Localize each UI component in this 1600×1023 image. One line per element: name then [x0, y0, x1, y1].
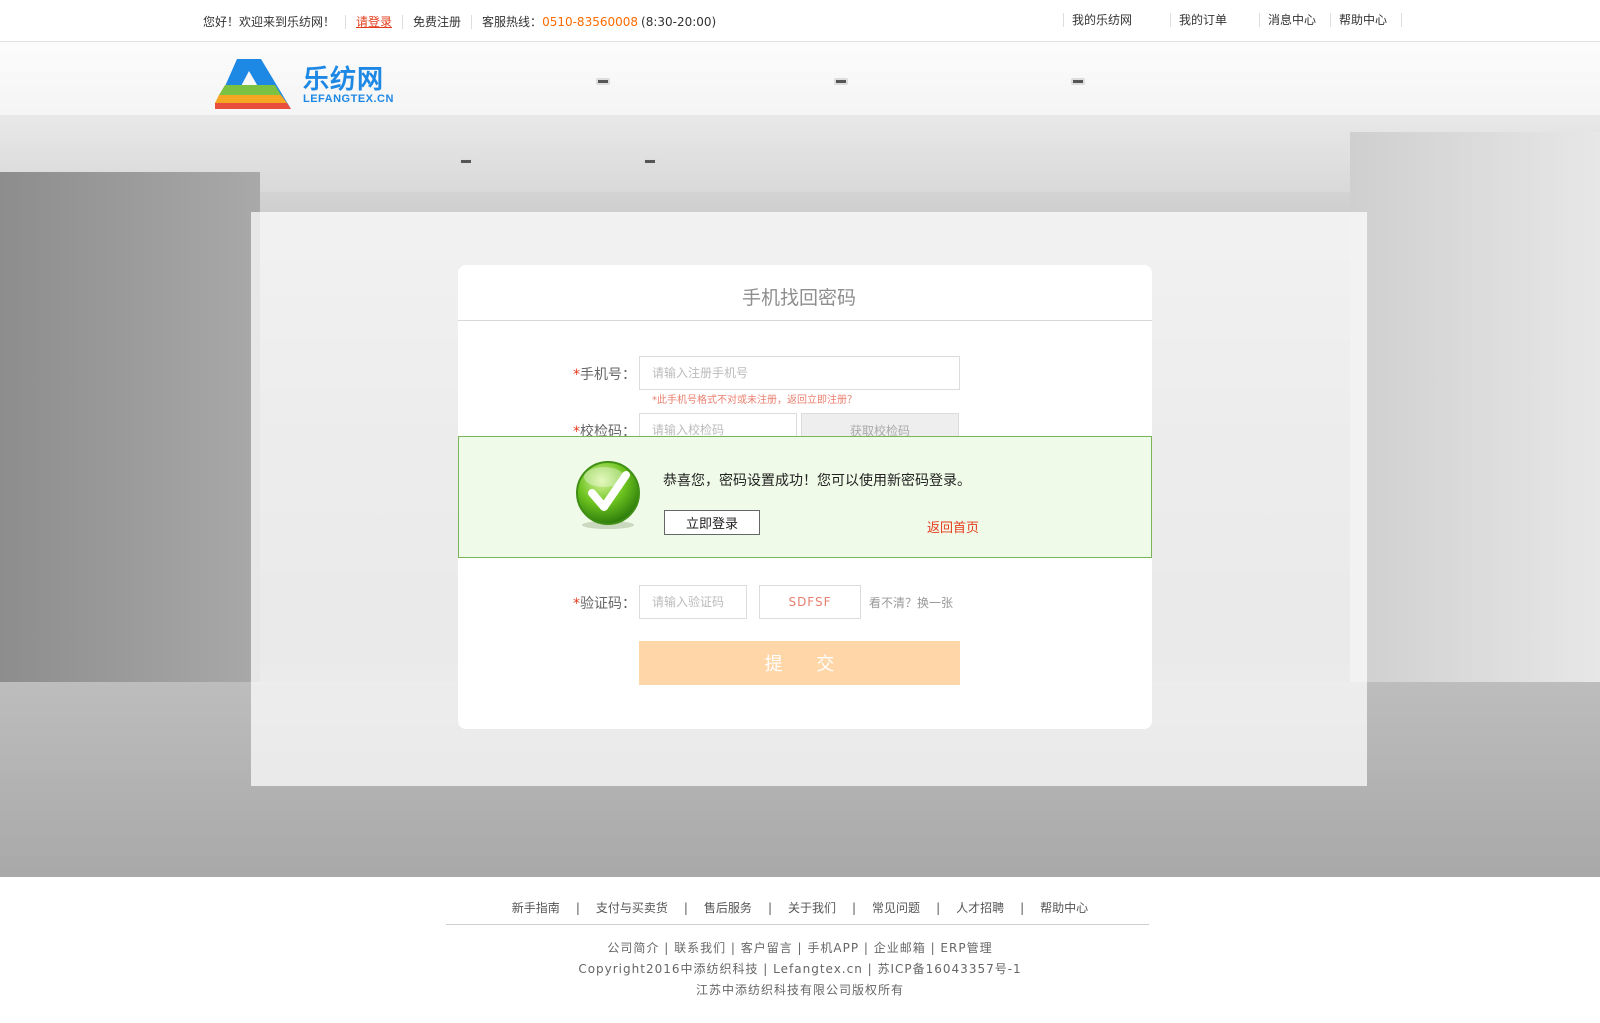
captcha-refresh-link[interactable]: 看不清？换一张	[869, 594, 953, 611]
copyright: Copyright2016中添纺织科技 | Lefangtex.cn | 苏IC…	[578, 962, 1022, 976]
success-dialog: 恭喜您，密码设置成功！您可以使用新密码登录。 立即登录 返回首页	[458, 436, 1152, 558]
title-divider	[458, 320, 1152, 321]
captcha-label-text: 验证码：	[580, 596, 636, 612]
footer-link-payment[interactable]: 支付与买卖货	[596, 899, 668, 916]
footer-link-careers[interactable]: 人才招聘	[956, 899, 1004, 916]
left-wall	[0, 172, 260, 732]
ceiling-light	[834, 78, 848, 85]
logo-domain: LEFANGTEX.CN	[303, 93, 394, 105]
welcome-text: 您好！欢迎来到乐纺网！	[203, 15, 336, 29]
divider: |	[1020, 900, 1025, 915]
divider	[471, 14, 473, 29]
my-lefang-link[interactable]: 我的乐纺网	[1063, 13, 1146, 27]
message-center-link[interactable]: 消息中心	[1259, 13, 1330, 27]
captcha-input[interactable]	[639, 585, 747, 619]
submit-button[interactable]: 提 交	[639, 641, 960, 685]
phone-label: *手机号：	[573, 364, 636, 384]
footer-link-help[interactable]: 帮助中心	[1040, 899, 1088, 916]
hotline-hours: (8:30-20:00)	[641, 14, 717, 29]
top-bar: 您好！欢迎来到乐纺网！ 请登录 免费注册 客服热线： 0510-83560008…	[0, 0, 1600, 42]
footer-divider	[446, 924, 1149, 925]
login-now-button[interactable]: 立即登录	[664, 510, 760, 535]
footer-link-aftersales[interactable]: 售后服务	[704, 899, 752, 916]
ceiling-light	[596, 78, 610, 85]
top-bar-right: 我的乐纺网 我的订单 消息中心 帮助中心	[1063, 13, 1403, 27]
divider: |	[575, 900, 580, 915]
divider	[345, 14, 347, 29]
captcha-label: *验证码：	[573, 593, 636, 613]
phone-label-text: 手机号：	[580, 367, 636, 383]
footer-link-guide[interactable]: 新手指南	[512, 899, 560, 916]
footer: 新手指南 | 支付与买卖货 | 售后服务 | 关于我们 | 常见问题 | 人才招聘 | 帮助…	[0, 877, 1600, 1023]
footer-links-line[interactable]: 公司简介 | 联系我们 | 客户留言 | 手机APP | 企业邮箱 | ERP管…	[0, 939, 1600, 956]
help-center-link[interactable]: 帮助中心	[1330, 13, 1403, 27]
company-name: 江苏中添纺织科技有限公司版权所有	[695, 983, 904, 997]
phone-row: *手机号：	[458, 356, 1152, 390]
phone-input[interactable]	[639, 356, 960, 390]
footer-nav: 新手指南 | 支付与买卖货 | 售后服务 | 关于我们 | 常见问题 | 人才招聘 | 帮助…	[0, 899, 1600, 916]
back-home-link[interactable]: 返回首页	[927, 517, 979, 536]
top-bar-left: 您好！欢迎来到乐纺网！ 请登录 免费注册 客服热线： 0510-83560008…	[203, 13, 716, 30]
check-icon	[576, 461, 640, 529]
hotline-number: 0510-83560008	[542, 14, 639, 29]
phone-error-hint: *此手机号格式不对或未注册，返回立即注册？	[652, 395, 857, 406]
required-mark: *	[573, 367, 580, 383]
divider: |	[936, 900, 941, 915]
divider: |	[683, 900, 688, 915]
footer-link-about[interactable]: 关于我们	[788, 899, 836, 916]
logo-mark-icon	[215, 59, 291, 109]
divider: |	[767, 900, 772, 915]
hotline-label: 客服热线：	[482, 15, 543, 29]
my-orders-link[interactable]: 我的订单	[1170, 13, 1241, 27]
footer-link-faq[interactable]: 常见问题	[872, 899, 920, 916]
captcha-image[interactable]: SDFSF	[759, 585, 861, 619]
divider	[402, 14, 404, 29]
ceiling-light	[1071, 78, 1085, 85]
logo-name: 乐纺网	[303, 64, 385, 94]
success-message: 恭喜您，密码设置成功！您可以使用新密码登录。	[663, 473, 971, 489]
ceiling-light	[459, 158, 473, 165]
site-logo[interactable]: 乐纺网 LEFANGTEX.CN	[215, 57, 395, 111]
register-link[interactable]: 免费注册	[413, 13, 461, 30]
page-title: 手机找回密码	[741, 287, 856, 309]
ceiling-light	[643, 158, 657, 165]
login-link[interactable]: 请登录	[356, 13, 392, 30]
divider: |	[852, 900, 857, 915]
captcha-row: *验证码： SDFSF 看不清？换一张	[458, 585, 1152, 619]
required-mark: *	[573, 596, 580, 612]
